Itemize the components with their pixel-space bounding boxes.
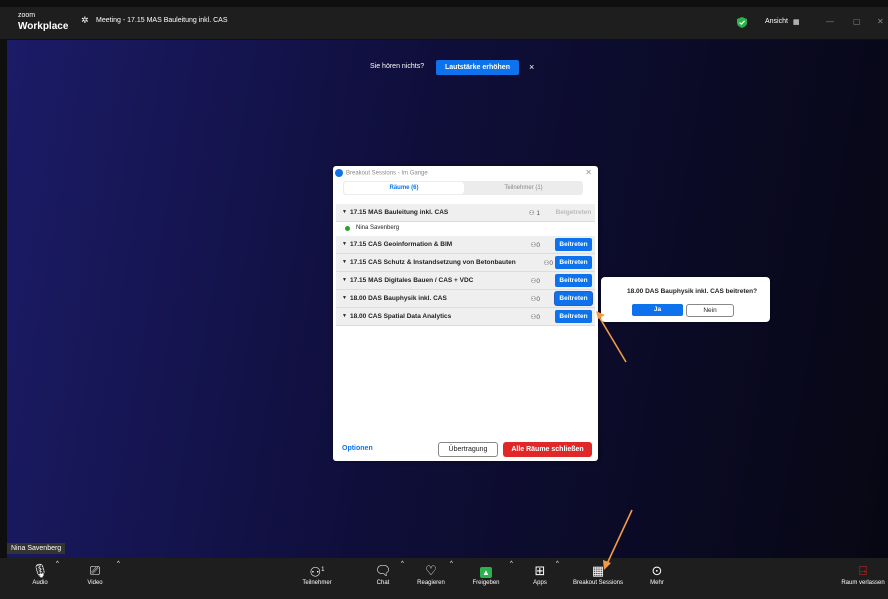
zoom-window: zoom Workplace ✲ Meeting - 17.15 MAS Bau… <box>0 0 888 599</box>
arrow-to-breakout-button <box>603 509 633 570</box>
annotation-arrows <box>596 311 633 570</box>
arrow-to-join-button <box>596 311 627 363</box>
